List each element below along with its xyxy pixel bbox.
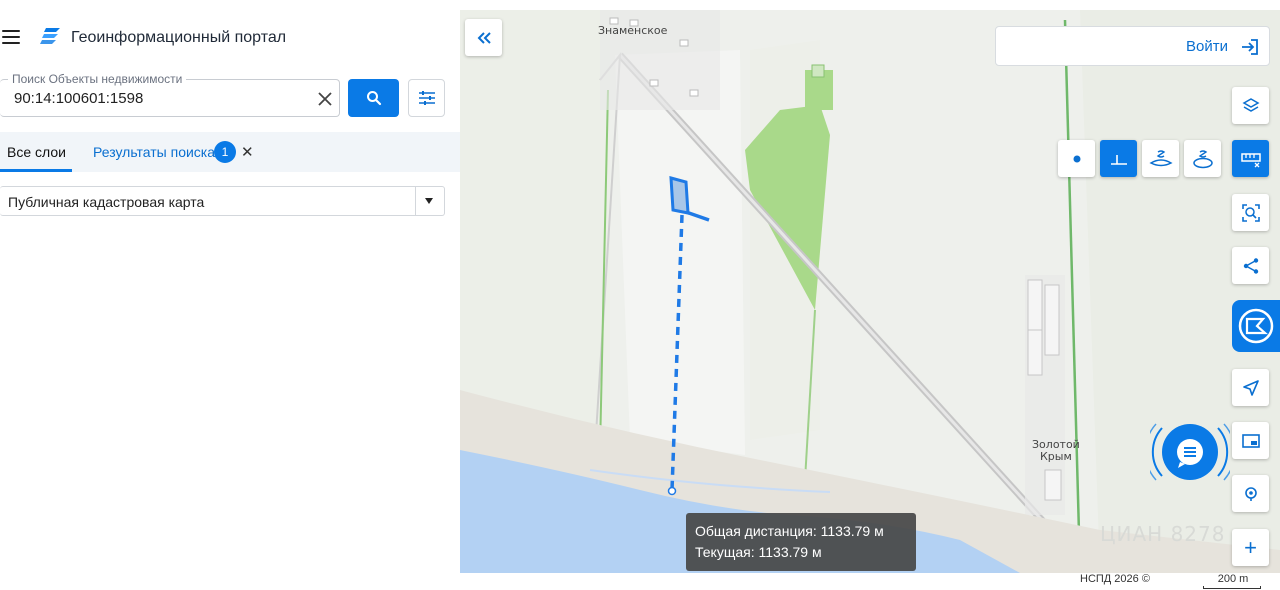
login-label: Войти [1186,38,1228,55]
locate-button[interactable] [1232,369,1269,406]
menu-icon[interactable] [2,30,20,44]
scale-bar [1203,586,1261,589]
tab-all-layers[interactable]: Все слои [7,144,66,160]
geo-pin-icon [1244,486,1257,501]
chat-button[interactable] [1150,418,1230,486]
total-distance: Общая дистанция: 1133.79 м [695,523,884,539]
chevron-down-icon[interactable] [425,198,433,204]
scale-label: 200 m [1217,573,1249,585]
active-tab-indicator [0,169,72,172]
layer-select-value: Публичная кадастровая карта [8,194,205,210]
line-measure-icon [1110,154,1127,165]
geo-pin-button[interactable] [1232,475,1269,512]
map-base-layer [460,10,1280,573]
share-icon [1243,257,1258,274]
layer-select[interactable]: Публичная кадастровая карта [0,186,445,216]
area-measure-2-button[interactable] [1184,140,1221,177]
double-chevron-left-icon [477,31,491,44]
layers-button[interactable] [1232,87,1269,124]
current-distance: Текущая: 1133.79 м [695,544,822,560]
cadastral-button[interactable] [1232,300,1280,352]
search-legend: Поиск Объекты недвижимости [8,72,187,86]
area-measure-2-icon [1192,149,1213,168]
measurement-tooltip: Общая дистанция: 1133.79 м Текущая: 1133… [686,513,916,571]
copyright: НСПД 2026 © [1080,573,1150,585]
plus-icon: + [1244,534,1257,560]
search-field[interactable]: Поиск Объекты недвижимости [0,72,340,117]
watermark: ЦИАН 8278 [1100,522,1226,546]
side-panel: Геоинформационный портал Поиск Объекты н… [0,0,460,590]
login-arrow-icon [1242,39,1258,55]
point-measure-button[interactable] [1058,140,1095,177]
locate-arrow-icon [1242,379,1259,396]
layers-icon [1241,97,1260,112]
share-button[interactable] [1232,247,1269,284]
search-input[interactable] [14,90,304,107]
point-measure-icon [1073,155,1080,162]
area-select-button[interactable] [1232,194,1269,231]
filter-sliders-icon [418,91,435,105]
minimap-button[interactable] [1232,422,1269,459]
clear-icon[interactable] [316,90,334,108]
map-label-znamenskoe: Знаменское [598,24,668,37]
map-label-krym: Крым [1040,450,1072,463]
app: { "header": { "title": "Геоинформационны… [0,0,1280,590]
ruler-button[interactable] [1232,140,1269,177]
search-button[interactable] [348,79,399,117]
filter-button[interactable] [408,79,445,117]
ruler-icon [1240,152,1261,167]
select-divider [415,187,416,215]
zoom-in-button[interactable]: + [1232,529,1269,566]
search-icon [366,91,381,106]
cadastral-icon [1238,308,1274,344]
close-results-tab-icon[interactable]: ✕ [241,143,254,161]
login-button[interactable]: Войти [995,26,1270,66]
area-select-icon [1241,203,1260,222]
tab-search-results[interactable]: Результаты поиска [93,144,215,160]
line-measure-button[interactable] [1100,140,1137,177]
area-measure-icon [1148,149,1173,166]
area-measure-button[interactable] [1142,140,1179,177]
app-title: Геоинформационный портал [71,29,287,46]
collapse-panel-button[interactable] [465,19,502,56]
results-count-badge: 1 [214,141,236,163]
portal-logo-icon [40,28,60,44]
map-canvas[interactable]: Знаменское Золотой Крым ЦИАН 8278 [460,10,1280,573]
minimap-icon [1241,433,1260,448]
